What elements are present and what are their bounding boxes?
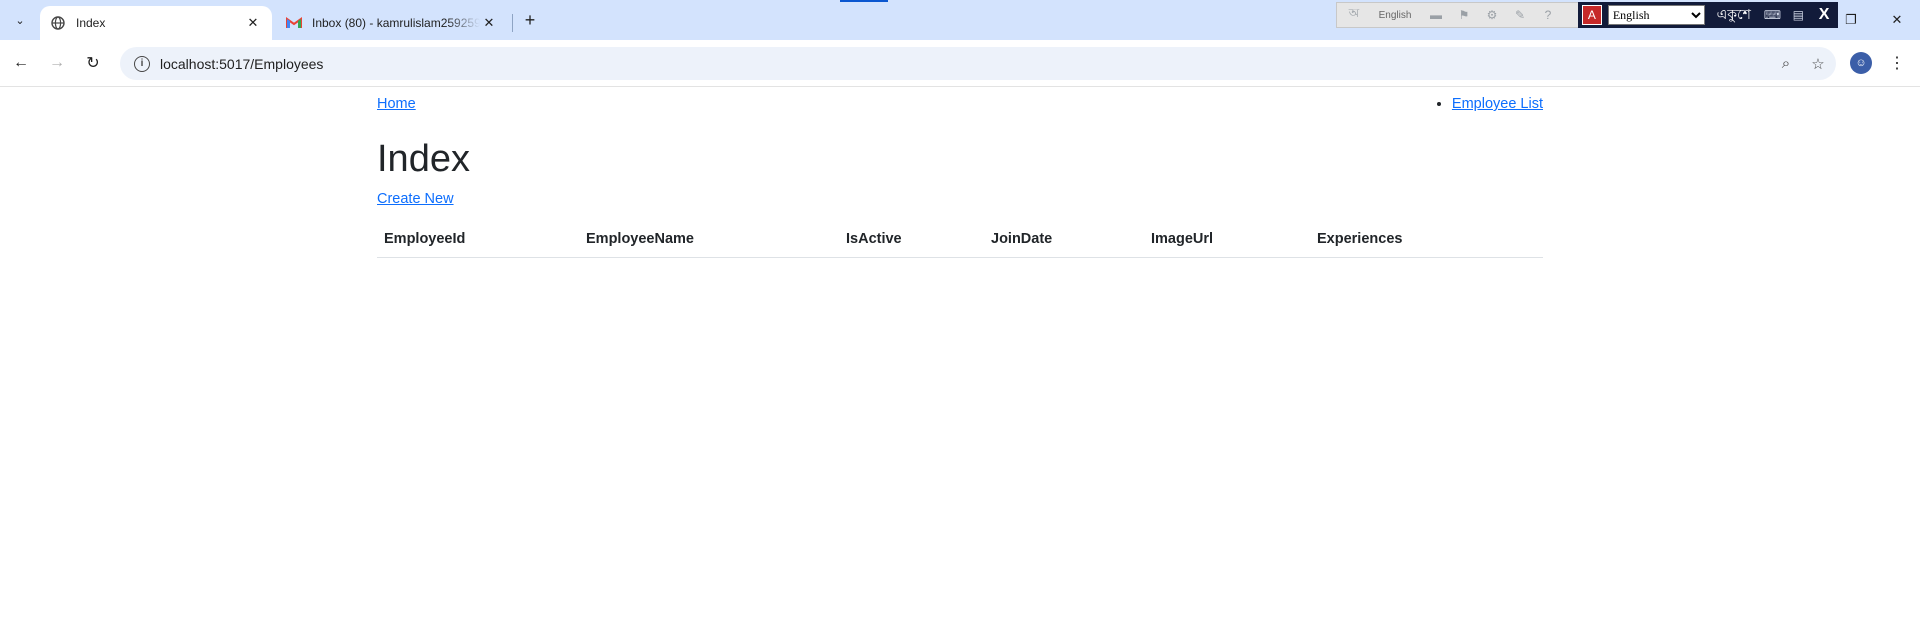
restore-button[interactable]: ❐ [1828,0,1874,40]
nav-list: Employee List [1452,96,1543,112]
pen-icon[interactable]: ✎ [1511,6,1529,24]
page-viewport: Home Employee List Index Create New Empl… [0,88,1920,636]
ime-dark-toolbar: A English একুশে ⌨ ▤ X [1578,2,1838,28]
page-title: Index [377,138,470,180]
close-tab-icon[interactable]: ✕ [480,14,498,32]
reload-button[interactable]: ↻ [80,50,106,76]
app-logo-icon[interactable]: A [1582,5,1602,25]
ime-language-label[interactable]: English [1373,10,1417,21]
close-window-button[interactable]: ✕ [1874,0,1920,40]
forward-button[interactable]: → [44,50,70,76]
close-tab-icon[interactable]: ✕ [244,14,262,32]
reload-icon: ↻ [86,55,100,72]
tab-title: Inbox (80) - kamrulislam259259 [312,16,480,30]
keyboard-icon[interactable]: ⌨ [1763,6,1783,24]
pin-icon[interactable]: ⚑ [1455,6,1473,24]
browser-toolbar: ← → ↻ i localhost:5017/Employees ⌕ ☆ ☺ ⋮ [0,40,1920,87]
zoom-icon[interactable]: ⌕ [1772,50,1800,78]
arrow-left-icon: ← [13,54,29,71]
gmail-icon [286,15,302,31]
column-header: EmployeeName [579,223,839,258]
profile-avatar[interactable]: ☺ [1850,52,1872,74]
more-menu-icon[interactable]: ⋮ [1884,50,1910,76]
tab-strip: ⌄ Index ✕ Inbox (80) - kamrulislam259259… [0,0,1920,40]
tab-separator [512,14,513,32]
tab-index[interactable]: Index ✕ [40,6,272,40]
address-bar[interactable]: i localhost:5017/Employees ⌕ ☆ [120,47,1836,80]
tab-gmail[interactable]: Inbox (80) - kamrulislam259259 ✕ [276,6,508,40]
nav-item: Employee List [1452,96,1543,112]
employees-table: EmployeeId EmployeeName IsActive JoinDat… [377,223,1543,258]
column-header: IsActive [839,223,984,258]
tab-title: Index [76,16,106,30]
globe-icon [50,15,66,31]
column-header: Experiences [1310,223,1543,258]
chevron-down-icon: ⌄ [15,14,25,27]
loading-indicator [840,0,888,2]
back-button[interactable]: ← [8,50,34,76]
gear-icon[interactable]: ⚙ [1483,6,1501,24]
ime-brand-label: একুশে [1716,6,1751,22]
site-info-icon[interactable]: i [134,55,150,72]
help-icon[interactable]: ? [1539,6,1557,24]
window-controls: ❐ ✕ [1828,0,1920,40]
ime-language-select[interactable]: English [1607,5,1705,25]
create-new-link[interactable]: Create New [377,191,454,207]
layout-icon[interactable]: ▤ [1788,6,1808,24]
new-tab-button[interactable]: + [518,8,542,32]
keyboard-icon[interactable]: ▬ [1427,6,1445,24]
arrow-right-icon: → [49,54,65,71]
table-header: EmployeeId EmployeeName IsActive JoinDat… [377,223,1543,258]
column-header: JoinDate [984,223,1144,258]
employee-list-link[interactable]: Employee List [1452,96,1543,112]
bookmark-star-icon[interactable]: ☆ [1804,50,1832,78]
column-header: ImageUrl [1144,223,1310,258]
column-header: EmployeeId [377,223,579,258]
home-link[interactable]: Home [377,96,416,112]
tab-search-button[interactable]: ⌄ [8,8,32,32]
bangla-char-icon[interactable]: অ [1345,6,1363,24]
table-header-row: EmployeeId EmployeeName IsActive JoinDat… [377,223,1543,258]
url-text[interactable]: localhost:5017/Employees [160,56,1772,72]
